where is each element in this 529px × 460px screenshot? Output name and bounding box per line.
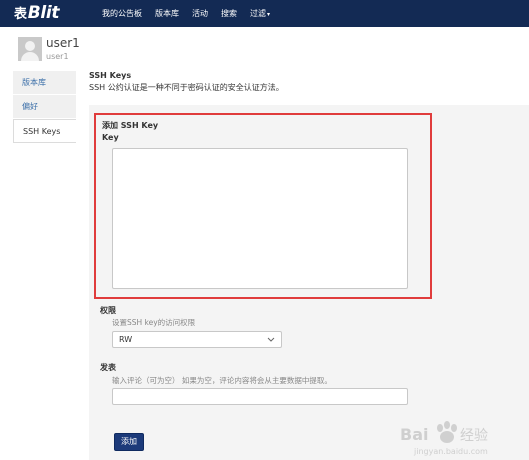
page-title: SSH Keys	[89, 71, 132, 80]
comment-hint: 输入评论（可为空） 如果为空，评论内容将会从主要数据中提取。	[112, 376, 332, 385]
avatar-body	[21, 52, 39, 61]
top-navbar: 表Blit 我的公告板 版本库 活动 搜索 过滤▾	[0, 0, 529, 27]
nav-filter[interactable]: 过滤▾	[250, 8, 270, 19]
user-display-name: user1	[46, 36, 80, 50]
page-description: SSH 公约认证是一种不同于密码认证的安全认证方法。	[89, 83, 284, 92]
logo-glyph: 表	[14, 7, 27, 22]
nav-filter-label: 过滤	[250, 9, 266, 18]
watermark-url: jingyan.baidu.com	[413, 447, 488, 456]
nav-activity[interactable]: 活动	[192, 8, 208, 19]
key-textarea[interactable]	[112, 148, 408, 289]
sidebar-item-preferences[interactable]: 偏好	[13, 95, 76, 119]
sidebar-item-repositories[interactable]: 版本库	[13, 71, 76, 95]
nav-search[interactable]: 搜索	[221, 8, 237, 19]
watermark-brand: Bai	[400, 425, 428, 444]
chevron-down-icon: ▾	[267, 11, 271, 18]
watermark-brand-suffix: 经验	[460, 428, 488, 444]
permission-label: 权限	[100, 306, 116, 315]
sidebar-item-ssh-keys[interactable]: SSH Keys	[13, 119, 76, 143]
add-ssh-key-heading: 添加 SSH Key	[102, 121, 159, 130]
logo-text: Blit	[27, 3, 60, 23]
avatar-head	[25, 41, 35, 51]
key-label: Key	[102, 133, 119, 142]
user-handle: user1	[46, 52, 69, 61]
add-key-button[interactable]: 添加	[114, 433, 144, 451]
permission-hint: 设置SSH key的访问权限	[112, 318, 196, 327]
avatar	[18, 37, 42, 61]
settings-sidebar: 版本库 偏好 SSH Keys	[13, 71, 76, 143]
chevron-down-icon	[267, 337, 275, 342]
main-nav: 我的公告板 版本库 活动 搜索 过滤▾	[102, 8, 270, 19]
app-logo[interactable]: 表Blit	[14, 3, 60, 23]
nav-dashboard[interactable]: 我的公告板	[102, 8, 142, 19]
comment-label: 发表	[100, 363, 116, 372]
comment-input[interactable]	[112, 388, 408, 405]
permission-select[interactable]: RW	[112, 331, 282, 348]
baidu-jingyan-watermark: Bai 经验 jingyan.baidu.com	[400, 421, 488, 456]
permission-selected-value: RW	[119, 335, 133, 344]
nav-repositories[interactable]: 版本库	[155, 8, 179, 19]
